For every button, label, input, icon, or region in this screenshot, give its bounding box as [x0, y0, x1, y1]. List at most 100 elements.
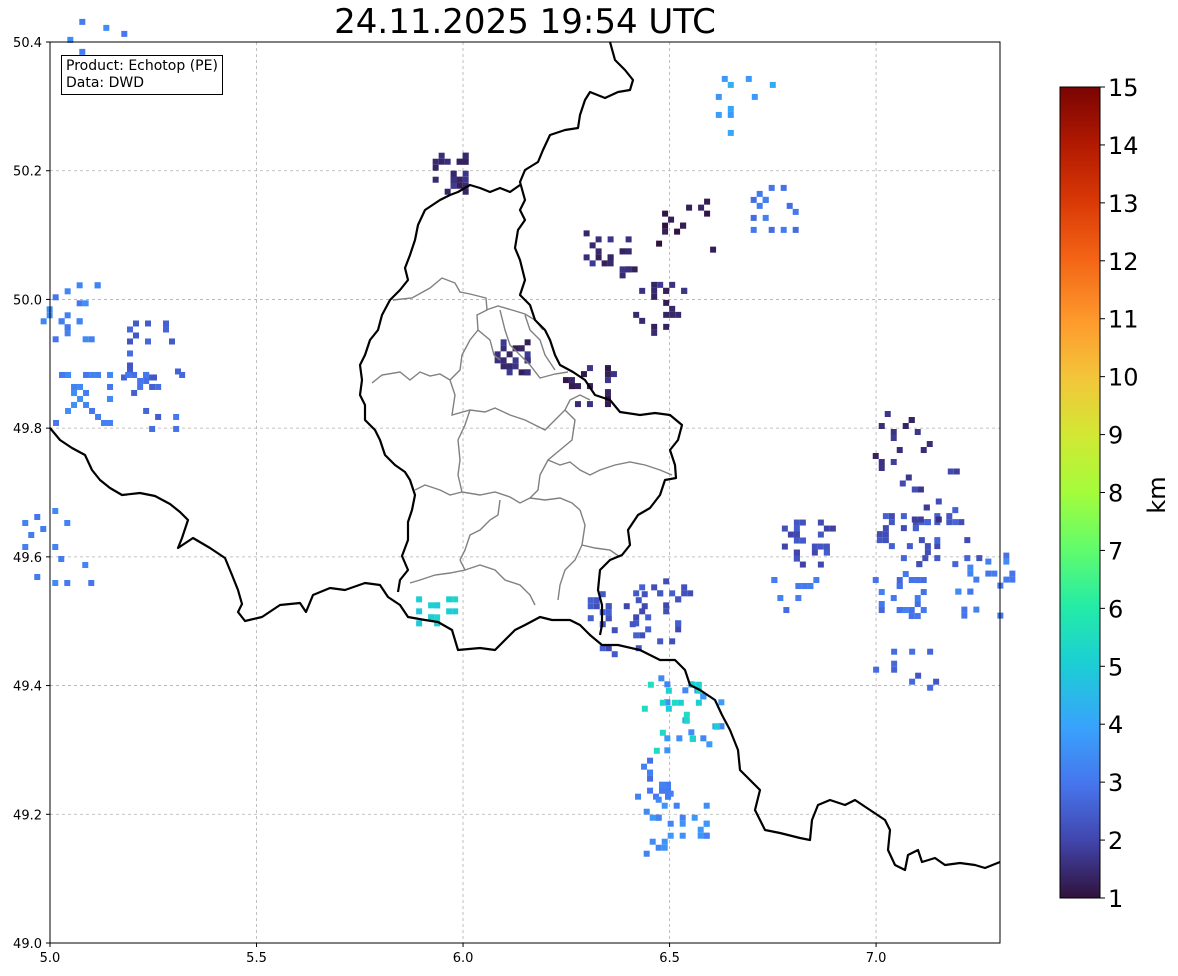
echo-pixel [452, 608, 459, 615]
echo-pixel [607, 254, 614, 261]
echo-pixel [580, 371, 587, 378]
echo-pixel [675, 626, 682, 633]
echo-pixel [506, 351, 513, 358]
echo-pixel [873, 666, 880, 673]
echo-pixel [633, 632, 640, 639]
echo-pixel [28, 531, 35, 538]
echo-pixel [649, 838, 656, 845]
echo-pixel [121, 30, 128, 37]
echo-pixel [793, 549, 800, 556]
echo-pixel [456, 176, 463, 183]
echo-pixel [169, 338, 175, 345]
echo-pixel [506, 369, 513, 376]
echo-pixel [909, 678, 916, 685]
echo-pixel [878, 589, 885, 596]
echo-pixel [1003, 558, 1010, 565]
y-tick-label: 50.0 [13, 293, 42, 308]
echo-pixel [669, 281, 676, 288]
echo-pixel [639, 608, 646, 615]
echo-pixel [1009, 576, 1016, 583]
echo-pixel [793, 537, 800, 544]
echo-pixel [669, 638, 676, 645]
echo-pixel [562, 377, 569, 384]
echo-pixel [781, 525, 788, 532]
echo-pixel [675, 311, 682, 318]
echo-pixel [65, 407, 72, 414]
y-tick-label: 49.6 [13, 551, 42, 566]
echo-pixel [635, 597, 642, 604]
echo-pixel [915, 672, 922, 679]
echo-pixel [665, 781, 672, 788]
echo-pixel [920, 577, 927, 584]
echo-pixel [434, 614, 441, 621]
echo-pixel [799, 519, 806, 526]
echo-pixel [143, 407, 150, 414]
echo-pixel [917, 516, 924, 523]
echo-pixel [927, 648, 934, 655]
echo-pixel [659, 787, 666, 794]
echo-pixel [607, 260, 614, 267]
echo-pixel [444, 188, 451, 195]
echo-pixel [107, 371, 114, 378]
echo-pixel [964, 537, 971, 544]
echo-pixel [633, 590, 640, 597]
echo-pixel [762, 214, 769, 221]
echo-pixel [131, 371, 138, 378]
colorbar-tick-label: 4 [1108, 711, 1123, 739]
echo-pixel [663, 311, 670, 318]
echo-pixel [64, 288, 71, 295]
echo-pixel [518, 369, 525, 376]
echo-pixel [53, 419, 60, 426]
echo-pixel [799, 537, 806, 544]
echo-pixel [661, 802, 668, 809]
echo-pixel [967, 588, 974, 595]
echo-pixel [792, 226, 799, 233]
echo-pixel [811, 543, 818, 550]
echo-pixel [619, 248, 626, 255]
echo-pixel [88, 579, 95, 586]
echo-pixel [900, 525, 907, 532]
echo-pixel [444, 158, 451, 165]
echo-pixel [662, 222, 669, 229]
echo-pixel [920, 447, 927, 454]
echo-pixel [787, 531, 794, 538]
echo-pixel [890, 595, 897, 602]
echo-pixel [500, 339, 507, 346]
echo-pixel [83, 401, 90, 408]
echo-pixel [64, 330, 71, 337]
echo-pixel [751, 93, 758, 100]
echo-pixel [665, 687, 672, 694]
echo-pixel [633, 614, 640, 621]
y-tick-label: 49.0 [13, 937, 42, 952]
echo-pixel [593, 597, 600, 604]
echo-pixel [663, 299, 670, 306]
echo-pixel [657, 638, 664, 645]
echo-pixel [145, 320, 151, 327]
echo-pixel [924, 519, 931, 526]
echo-pixel [671, 699, 678, 706]
echo-pixel [661, 844, 668, 851]
echo-pixel [438, 158, 445, 165]
echo-pixel [703, 820, 710, 827]
echo-pixel [625, 266, 632, 273]
echo-pixel [76, 300, 83, 307]
echo-pixel [663, 602, 670, 609]
echo-pixel [137, 377, 144, 384]
echo-pixel [610, 371, 617, 378]
colorbar-tick-label: 13 [1108, 190, 1139, 218]
echo-pixel [446, 596, 453, 603]
echo-pixel [428, 614, 435, 621]
echo-pixel [756, 190, 763, 197]
echo-pixel [456, 182, 463, 189]
echo-pixel [583, 230, 590, 237]
echo-pixel [462, 152, 469, 159]
echo-pixel [79, 48, 86, 55]
x-tick-label: 5.0 [40, 951, 61, 966]
echo-pixel [688, 729, 695, 736]
echo-pixel [691, 814, 698, 821]
echo-pixel [58, 555, 65, 562]
echo-pixel [817, 543, 824, 550]
echo-pixel [900, 513, 907, 520]
echo-pixel [589, 260, 596, 267]
echo-pixel [665, 705, 672, 712]
